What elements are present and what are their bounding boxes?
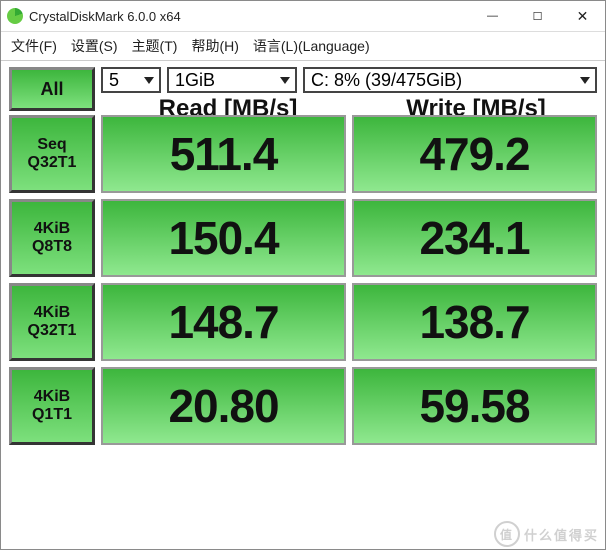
drive-select[interactable]: C: 8% (39/475GiB): [303, 67, 597, 93]
row-label-l2: Q8T8: [32, 238, 72, 256]
write-value: 138.7: [352, 283, 597, 361]
menu-help[interactable]: 帮助(H): [191, 36, 238, 56]
write-value: 234.1: [352, 199, 597, 277]
write-value: 479.2: [352, 115, 597, 193]
watermark-text: 什么值得买: [524, 525, 599, 544]
row-label-l2: Q32T1: [28, 322, 77, 340]
read-value: 20.80: [101, 367, 346, 445]
menubar: 文件(F) 设置(S) 主题(T) 帮助(H) 语言(L)(Language): [1, 32, 605, 61]
test-size-select[interactable]: 1GiB: [167, 67, 297, 93]
menu-language[interactable]: 语言(L)(Language): [253, 36, 370, 56]
table-row: Seq Q32T1 511.4 479.2: [9, 115, 597, 193]
results-grid: Seq Q32T1 511.4 479.2 4KiB Q8T8 150.4 23…: [9, 115, 597, 545]
close-button[interactable]: ✕: [560, 1, 605, 31]
watermark-logo-icon: 值: [494, 521, 520, 547]
table-row: 4KiB Q1T1 20.80 59.58: [9, 367, 597, 445]
read-value: 150.4: [101, 199, 346, 277]
menu-settings[interactable]: 设置(S): [71, 36, 118, 56]
app-window: CrystalDiskMark 6.0.0 x64 — ☐ ✕ 文件(F) 设置…: [0, 0, 606, 550]
test-count-select[interactable]: 5: [101, 67, 161, 93]
table-row: 4KiB Q32T1 148.7 138.7: [9, 283, 597, 361]
row-label-l1: Seq: [37, 136, 66, 154]
menu-file[interactable]: 文件(F): [11, 36, 57, 56]
row-label-l2: Q1T1: [32, 406, 72, 424]
minimize-button[interactable]: —: [470, 1, 515, 31]
all-button[interactable]: All: [9, 67, 95, 111]
app-icon: [7, 8, 23, 24]
controls-row: All 5 1GiB C: 8% (39/475GiB) Read [MB/s]…: [9, 67, 597, 111]
read-value: 148.7: [101, 283, 346, 361]
4kib-q8t8-button[interactable]: 4KiB Q8T8: [9, 199, 95, 277]
row-label-l2: Q32T1: [28, 154, 77, 172]
watermark: 值 什么值得买: [494, 521, 599, 547]
row-label-l1: 4KiB: [34, 388, 70, 406]
row-label-l1: 4KiB: [34, 304, 70, 322]
write-value: 59.58: [352, 367, 597, 445]
menu-theme[interactable]: 主题(T): [132, 36, 178, 56]
seq-q32t1-button[interactable]: Seq Q32T1: [9, 115, 95, 193]
4kib-q32t1-button[interactable]: 4KiB Q32T1: [9, 283, 95, 361]
maximize-button[interactable]: ☐: [515, 1, 560, 31]
titlebar: CrystalDiskMark 6.0.0 x64 — ☐ ✕: [1, 1, 605, 32]
row-label-l1: 4KiB: [34, 220, 70, 238]
window-title: CrystalDiskMark 6.0.0 x64: [29, 9, 181, 24]
table-row: 4KiB Q8T8 150.4 234.1: [9, 199, 597, 277]
4kib-q1t1-button[interactable]: 4KiB Q1T1: [9, 367, 95, 445]
content-area: All 5 1GiB C: 8% (39/475GiB) Read [MB/s]…: [1, 61, 605, 549]
read-value: 511.4: [101, 115, 346, 193]
